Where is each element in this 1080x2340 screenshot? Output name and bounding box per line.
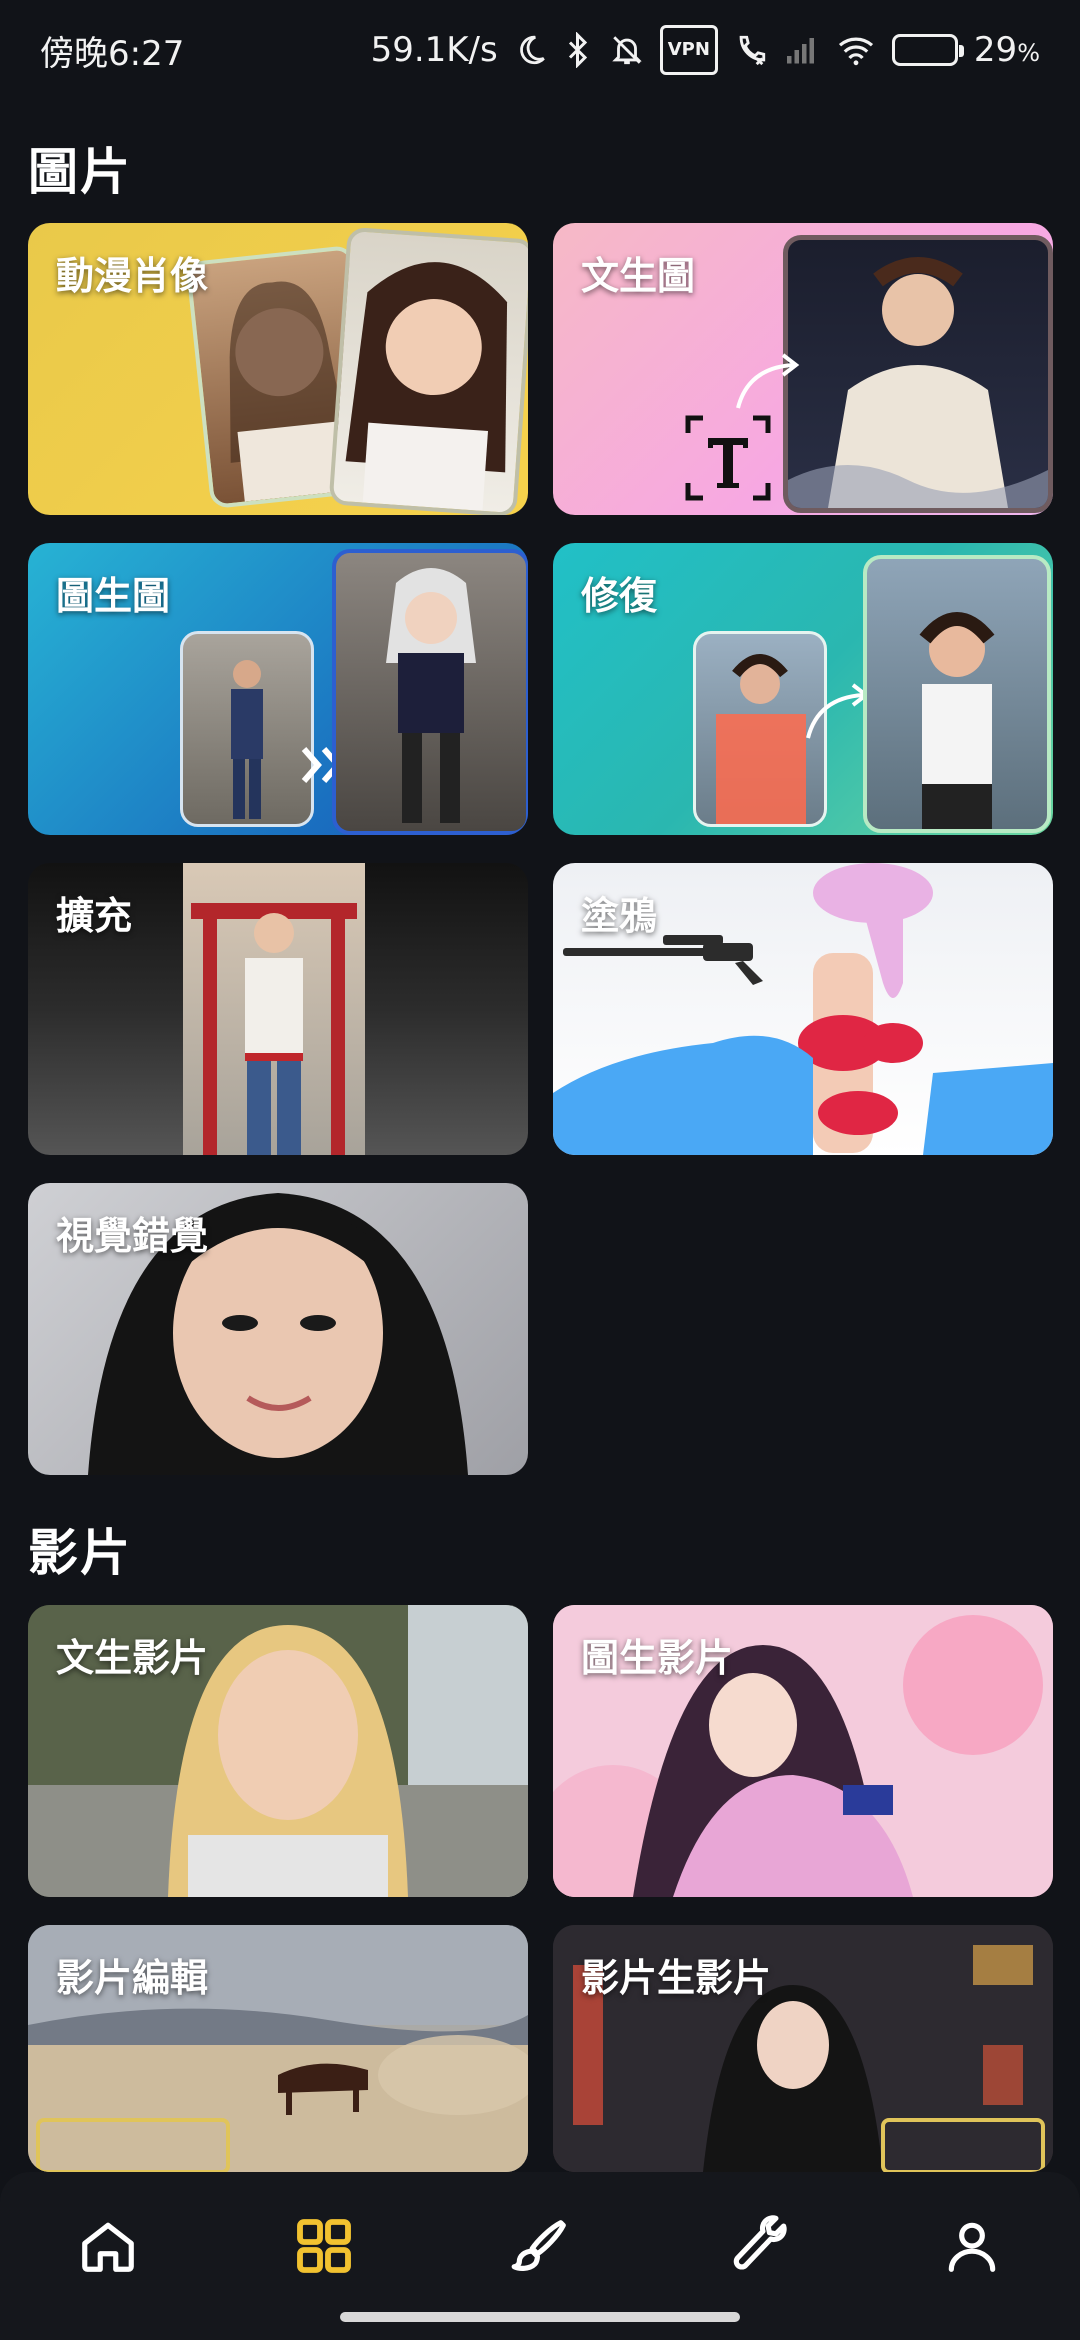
nav-profile[interactable] [932, 2208, 1012, 2288]
section-title-videos: 影片 [28, 1524, 132, 1582]
card-label: 圖生影片 [581, 1636, 734, 1680]
card-text-to-video[interactable]: 文生影片 [28, 1605, 528, 1897]
battery-percent: 29% [973, 30, 1040, 70]
card-image-to-video[interactable]: 圖生影片 [553, 1605, 1053, 1897]
call-icon [734, 30, 768, 70]
nav-home[interactable] [68, 2208, 148, 2288]
card-label: 視覺錯覺 [56, 1214, 209, 1258]
card-doodle[interactable]: 塗鴉 [553, 863, 1053, 1155]
wifi-icon [836, 30, 876, 70]
battery-icon [891, 30, 964, 70]
nav-create[interactable] [500, 2208, 580, 2288]
restored-photo-thumb [863, 555, 1051, 833]
profile-icon [941, 2215, 1003, 2281]
status-icons: 59.1K/s VPN 29% [371, 25, 1040, 75]
card-outpaint[interactable]: 擴充 [28, 863, 528, 1155]
outpaint-photo [183, 863, 365, 1155]
anime-portrait-thumb [328, 226, 528, 515]
brush-icon [509, 2215, 571, 2281]
grid-icon [292, 2214, 356, 2282]
card-image-to-image[interactable]: 圖生圖 [28, 543, 528, 835]
status-bar: 傍晚6:27 59.1K/s VPN 29% [0, 0, 1080, 100]
home-indicator[interactable] [340, 2312, 740, 2322]
bell-muted-icon [610, 30, 644, 70]
status-time: 傍晚6:27 [40, 33, 185, 74]
card-restore[interactable]: 修復 [553, 543, 1053, 835]
anime-result-thumb [332, 549, 528, 835]
card-label: 影片生影片 [581, 1956, 772, 2000]
card-label: 文生影片 [56, 1636, 209, 1680]
home-icon [77, 2215, 139, 2281]
nav-tools[interactable] [716, 2208, 796, 2288]
wrench-icon [725, 2215, 787, 2281]
card-label: 塗鴉 [581, 894, 658, 938]
generated-image-thumb [783, 235, 1053, 513]
source-photo-thumb [180, 631, 314, 827]
bluetooth-icon [564, 30, 594, 70]
arrow-icon [733, 353, 803, 417]
card-label: 修復 [581, 574, 658, 618]
nav-features[interactable] [284, 2208, 364, 2288]
card-label: 圖生圖 [56, 574, 171, 618]
vpn-badge: VPN [659, 25, 718, 75]
card-label: 動漫肖像 [56, 254, 209, 298]
card-video-to-video[interactable]: 影片生影片 [553, 1925, 1053, 2172]
card-video-edit[interactable]: 影片編輯 [28, 1925, 528, 2172]
network-speed: 59.1K/s [370, 30, 498, 70]
card-label: 文生圖 [581, 254, 696, 298]
section-title-images: 圖片 [28, 143, 132, 201]
cellular-signal-icon [784, 30, 820, 70]
card-visual-illusion[interactable]: 視覺錯覺 [28, 1183, 528, 1475]
moon-icon [514, 30, 548, 70]
card-text-to-image[interactable]: 文生圖 [553, 223, 1053, 515]
card-label: 影片編輯 [56, 1956, 209, 2000]
text-format-icon [683, 413, 773, 507]
card-label: 擴充 [56, 894, 133, 938]
card-anime-portrait[interactable]: 動漫肖像 [28, 223, 528, 515]
